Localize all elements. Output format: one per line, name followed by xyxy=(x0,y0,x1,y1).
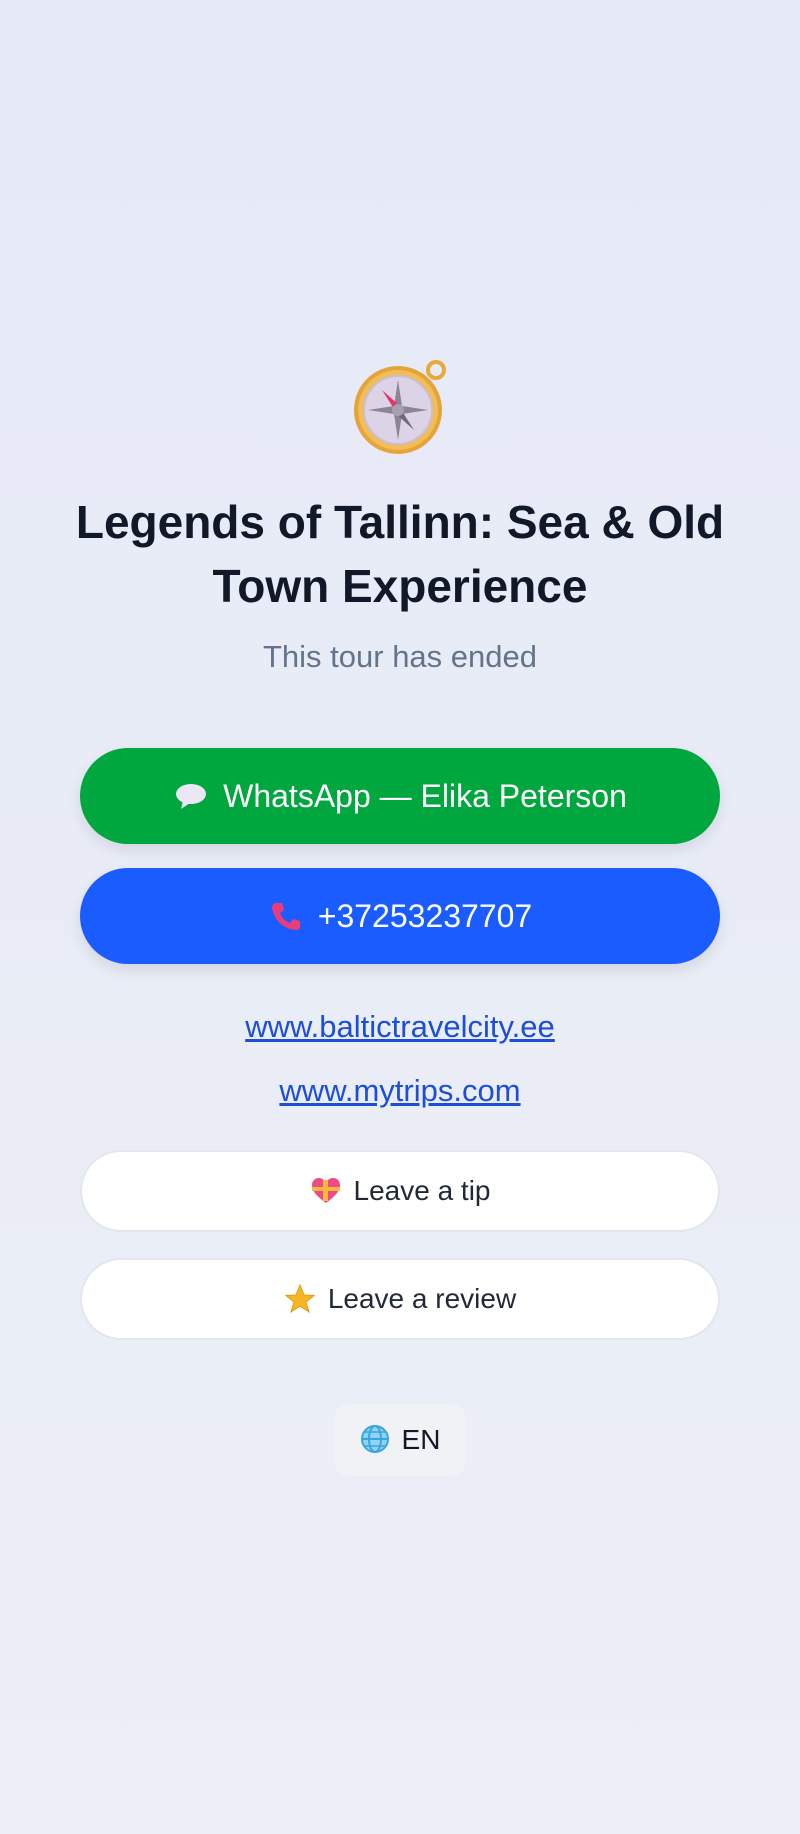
heart-gift-icon xyxy=(310,1175,342,1207)
language-selector[interactable]: EN xyxy=(334,1404,466,1476)
leave-tip-button[interactable]: Leave a tip xyxy=(80,1150,720,1232)
speech-bubble-icon xyxy=(173,778,209,814)
leave-review-label: Leave a review xyxy=(327,1283,517,1314)
page-container: Legends of Tallinn: Sea & Old Town Exper… xyxy=(0,0,800,1476)
page-title: Legends of Tallinn: Sea & Old Town Exper… xyxy=(75,496,725,612)
link-baltictravelcity[interactable]: www.baltictravelcity.ee xyxy=(245,1008,555,1046)
phone-number: +37253237707 xyxy=(317,897,533,934)
compass-icon xyxy=(354,360,446,454)
language-label: EN xyxy=(401,1424,441,1455)
leave-review-button[interactable]: Leave a review xyxy=(80,1258,720,1340)
whatsapp-label: WhatsApp — Elika Peterson xyxy=(223,777,627,814)
tour-status: This tour has ended xyxy=(262,639,537,674)
whatsapp-button[interactable]: WhatsApp — Elika Peterson xyxy=(80,748,720,844)
leave-tip-label: Leave a tip xyxy=(353,1175,491,1206)
link-mytrips[interactable]: www.mytrips.com xyxy=(279,1072,520,1110)
globe-icon xyxy=(360,1424,392,1456)
phone-icon xyxy=(268,898,304,934)
star-icon xyxy=(284,1283,316,1315)
phone-button[interactable]: +37253237707 xyxy=(80,868,720,964)
